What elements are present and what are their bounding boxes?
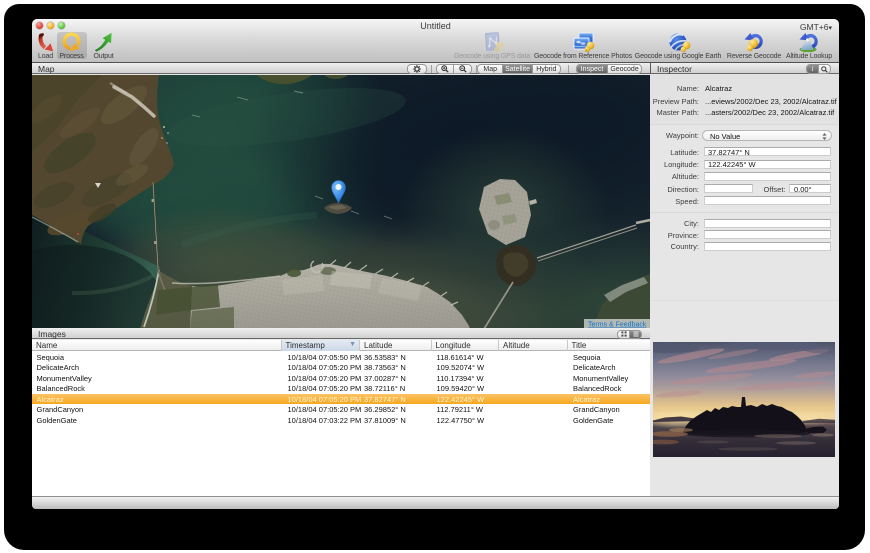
- svg-text:Terms & Feedback: Terms & Feedback: [588, 321, 647, 328]
